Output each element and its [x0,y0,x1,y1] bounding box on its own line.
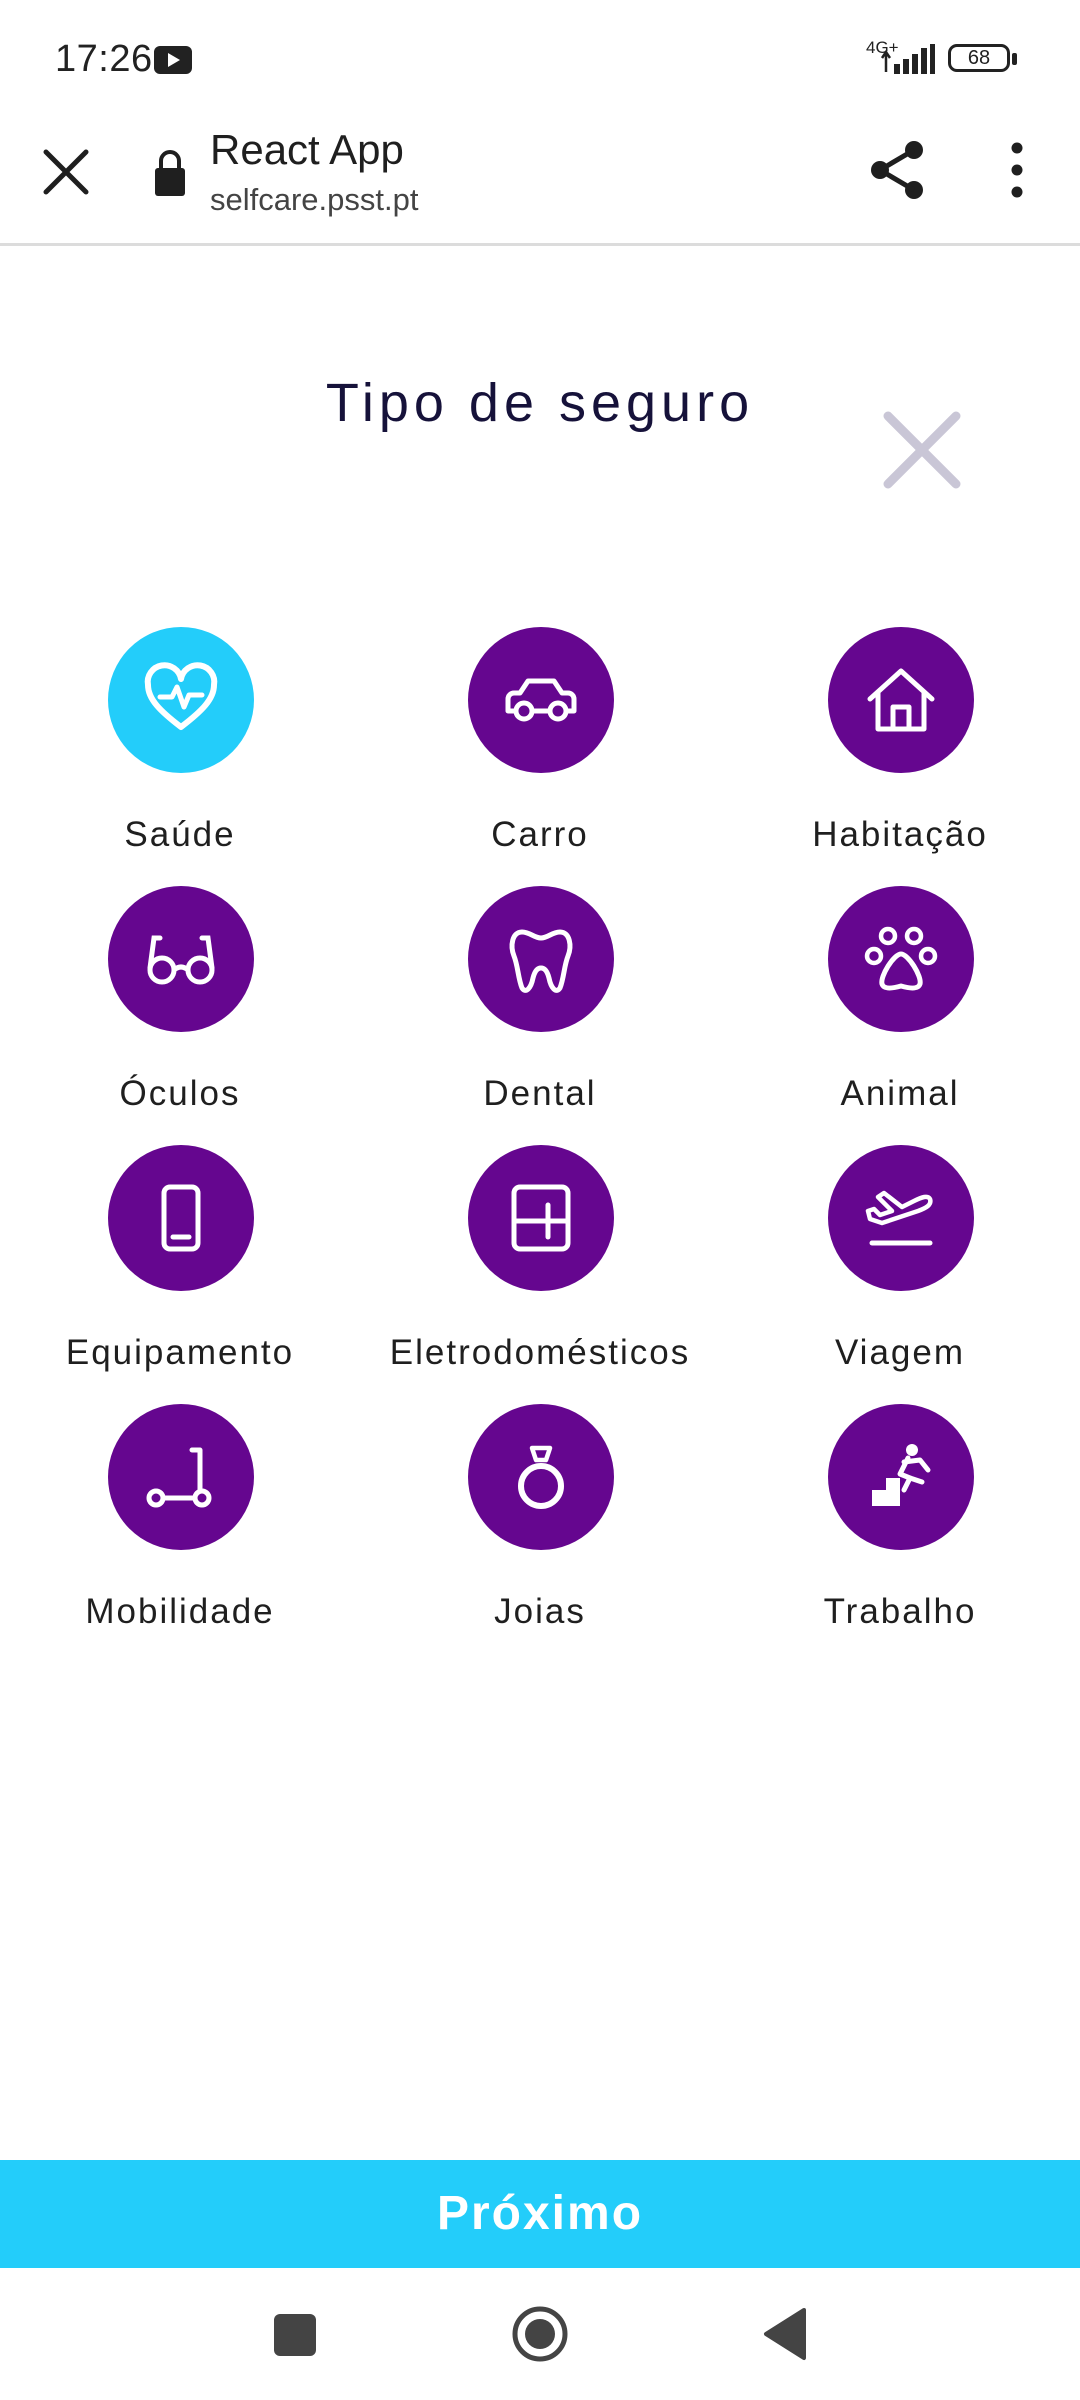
option-label: Joias [494,1592,586,1631]
insurance-option-habitacao[interactable]: Habitação [720,627,1080,877]
option-circle[interactable] [828,627,974,773]
option-label: Equipamento [65,1333,295,1372]
insurance-option-viagem[interactable]: Viagem [720,1145,1080,1395]
option-circle[interactable] [108,627,254,773]
browser-toolbar: React App selfcare.psst.pt [0,120,1080,246]
insurance-option-saude[interactable]: Saúde [0,627,360,877]
youtube-notification-icon [154,46,192,74]
heart-pulse-icon [144,662,218,730]
insurance-option-carro[interactable]: Carro [360,627,720,877]
option-circle[interactable] [468,627,614,773]
insurance-option-equipamento[interactable]: Equipamento [0,1145,360,1395]
back-icon[interactable] [760,2306,810,2362]
option-label: Carro [491,815,589,854]
appliance-icon [511,1184,571,1252]
option-circle[interactable] [468,1404,614,1550]
status-bar: 17:26 4G+ 68 [0,0,1080,120]
option-circle[interactable] [108,886,254,1032]
option-label: Viagem [834,1333,966,1372]
option-label: Óculos [119,1074,241,1113]
close-icon[interactable] [880,408,964,492]
page-tab-title: React App [210,126,404,173]
insurance-option-eletrodomesticos[interactable]: Eletrodomésticos [360,1145,720,1395]
option-label: Eletrodomésticos [389,1333,691,1372]
option-label: Trabalho [823,1592,977,1631]
lock-icon [155,150,185,196]
airplane-icon [865,1190,933,1246]
more-options-icon[interactable] [994,140,1040,200]
work-accident-icon [872,1444,931,1506]
insurance-option-joias[interactable]: Joias [360,1404,720,1654]
home-icon[interactable] [510,2304,570,2364]
next-button[interactable]: Próximo [0,2160,1080,2268]
option-label: Dental [483,1074,597,1113]
option-circle[interactable] [828,886,974,1032]
option-label: Animal [840,1074,960,1113]
option-label: Habitação [812,815,988,854]
insurance-option-dental[interactable]: Dental [360,886,720,1136]
scooter-icon [146,1447,212,1508]
option-label: Saúde [124,815,236,854]
recent-apps-icon[interactable] [274,2314,316,2356]
status-time: 17:26 [55,38,153,80]
option-label: Mobilidade [85,1592,275,1631]
option-circle[interactable] [828,1145,974,1291]
insurance-option-mobilidade[interactable]: Mobilidade [0,1404,360,1654]
smartphone-icon [161,1184,201,1252]
page-url[interactable]: selfcare.psst.pt [210,182,418,218]
tooth-icon [509,929,573,993]
option-circle[interactable] [108,1145,254,1291]
option-circle[interactable] [108,1404,254,1550]
battery-icon: 68 [948,44,1018,76]
battery-level: 68 [967,47,991,69]
share-icon[interactable] [866,138,930,202]
ring-icon [518,1445,564,1509]
insurance-option-trabalho[interactable]: Trabalho [720,1404,1080,1654]
glasses-icon [147,935,215,985]
insurance-option-animal[interactable]: Animal [720,886,1080,1136]
paw-icon [864,926,938,991]
option-circle[interactable] [468,886,614,1032]
option-circle[interactable] [468,1145,614,1291]
close-tab-icon[interactable] [38,144,94,200]
option-circle[interactable] [828,1404,974,1550]
insurance-option-oculos[interactable]: Óculos [0,886,360,1136]
car-icon [505,678,577,722]
signal-icon [880,44,935,74]
system-navigation-bar [0,2270,1080,2400]
house-icon [867,668,935,732]
